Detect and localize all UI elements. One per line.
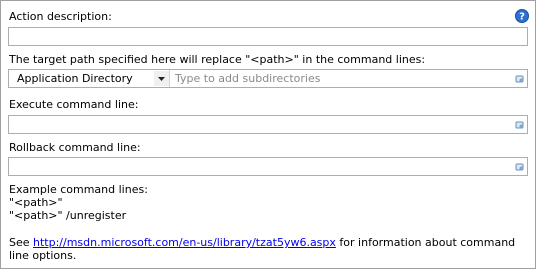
help-footer-text: See http://msdn.microsoft.com/en-us/libr… xyxy=(9,236,529,262)
rollback-command-label: Rollback command line: xyxy=(9,141,141,154)
execute-command-label: Execute command line: xyxy=(9,98,139,111)
chevron-down-icon[interactable] xyxy=(154,71,169,86)
target-directory-value: Application Directory xyxy=(17,72,133,85)
action-description-field[interactable] xyxy=(8,27,528,46)
help-footer-prefix: See xyxy=(9,236,34,249)
variable-picker-icon[interactable] xyxy=(515,162,525,172)
help-icon[interactable]: ? xyxy=(515,9,529,23)
example-line: "<path>" /unregister xyxy=(9,209,127,222)
target-directory-dropdown[interactable]: Application Directory xyxy=(9,70,170,87)
target-path-label: The target path specified here will repl… xyxy=(9,53,426,66)
variable-picker-icon[interactable] xyxy=(515,120,525,130)
variable-picker-icon[interactable] xyxy=(515,74,525,84)
command-line-panel: Action description: ? The target path sp… xyxy=(0,0,536,269)
msdn-help-link[interactable]: http://msdn.microsoft.com/en-us/library/… xyxy=(33,236,336,249)
subdirectories-input[interactable]: Type to add subdirectories xyxy=(175,72,320,85)
svg-text:?: ? xyxy=(519,12,525,23)
examples-heading: Example command lines: xyxy=(9,183,148,196)
example-line: "<path>" xyxy=(9,196,63,209)
example-command-lines: Example command lines: "<path>" "<path>"… xyxy=(9,183,148,222)
execute-command-field[interactable] xyxy=(8,115,528,134)
rollback-command-field[interactable] xyxy=(8,157,528,176)
target-path-field: Application Directory Type to add subdir… xyxy=(8,69,528,88)
action-description-label: Action description: xyxy=(9,10,112,23)
